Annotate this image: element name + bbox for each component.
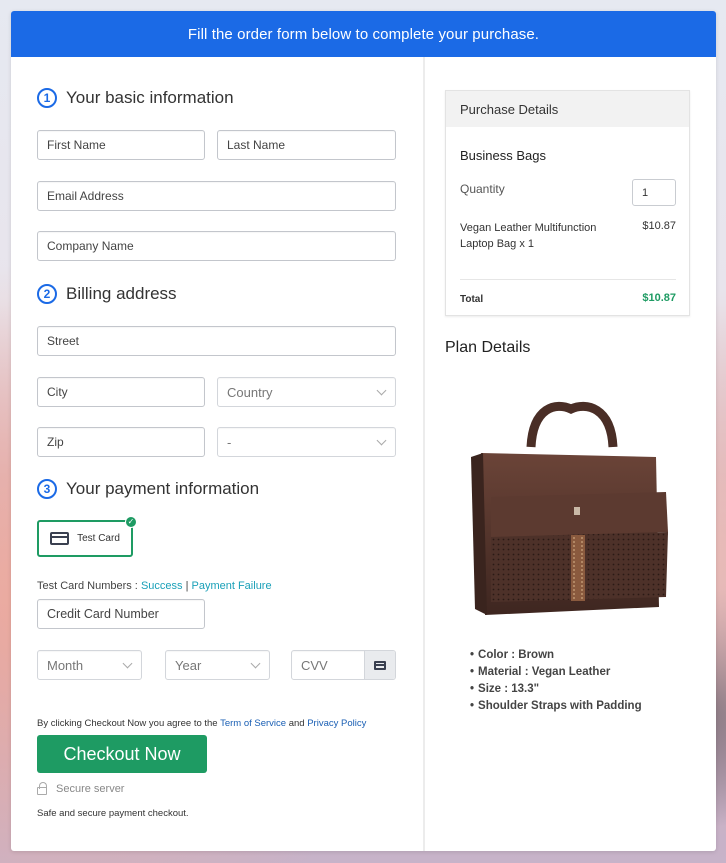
first-name-placeholder: First Name bbox=[47, 138, 106, 152]
last-name-placeholder: Last Name bbox=[227, 138, 286, 152]
country-select[interactable]: Country bbox=[217, 377, 396, 407]
lock-icon bbox=[37, 782, 47, 795]
feature-item: Size : 13.3" bbox=[470, 681, 642, 698]
country-value: Country bbox=[227, 384, 273, 400]
line-item-name: Vegan Leather Multifunction Laptop Bag x… bbox=[460, 222, 597, 250]
product-image-laptop-bag bbox=[471, 401, 668, 615]
chevron-down-icon bbox=[122, 658, 133, 669]
summary-divider bbox=[460, 279, 676, 280]
first-name-input[interactable]: First Name bbox=[37, 130, 205, 160]
form-column: 1 Your basic information First Name Last… bbox=[11, 57, 423, 851]
section-billing-title: 2 Billing address bbox=[37, 284, 177, 304]
city-placeholder: City bbox=[47, 385, 68, 399]
purchase-details-header: Purchase Details bbox=[446, 91, 689, 127]
total-value: $10.87 bbox=[642, 292, 676, 304]
chevron-down-icon bbox=[376, 435, 387, 446]
success-link[interactable]: Success bbox=[141, 580, 183, 592]
step-3-icon: 3 bbox=[37, 479, 57, 499]
quantity-value: 1 bbox=[642, 186, 649, 199]
terms-agreement: By clicking Checkout Now you agree to th… bbox=[37, 718, 366, 729]
check-circle-icon: ✓ bbox=[125, 516, 137, 528]
secure-server-note: Secure server bbox=[37, 782, 125, 795]
section-title-text: Billing address bbox=[66, 284, 177, 303]
plan-details-title: Plan Details bbox=[445, 339, 531, 356]
terms-of-service-link[interactable]: Term of Service bbox=[220, 718, 286, 729]
line-item-price: $10.87 bbox=[642, 220, 676, 232]
quantity-input[interactable]: 1 bbox=[632, 179, 676, 206]
year-value: Year bbox=[175, 657, 202, 673]
summary-column: Purchase Details Business Bags Quantity … bbox=[425, 57, 716, 851]
month-value: Month bbox=[47, 657, 84, 673]
section-title-text: Your payment information bbox=[66, 479, 260, 498]
credit-card-icon bbox=[50, 532, 70, 545]
total-label: Total bbox=[460, 294, 484, 305]
street-placeholder: Street bbox=[47, 334, 80, 348]
credit-card-number-input[interactable]: Credit Card Number bbox=[37, 599, 205, 629]
quantity-label: Quantity bbox=[460, 182, 505, 196]
last-name-input[interactable]: Last Name bbox=[217, 130, 396, 160]
chevron-down-icon bbox=[250, 658, 261, 669]
payment-method-label: Test Card bbox=[77, 533, 120, 544]
cvv-placeholder: CVV bbox=[301, 657, 328, 673]
zip-placeholder: Zip bbox=[47, 435, 64, 449]
purchase-details-panel: Purchase Details Business Bags Quantity … bbox=[445, 90, 690, 316]
street-input[interactable]: Street bbox=[37, 326, 396, 356]
cvv-input[interactable]: CVV bbox=[291, 650, 396, 680]
safe-checkout-text: Safe and secure payment checkout. bbox=[37, 808, 189, 819]
state-value: - bbox=[227, 434, 232, 450]
test-card-payment-option[interactable]: Test Card ✓ bbox=[37, 516, 137, 557]
section-basic-info-title: 1 Your basic information bbox=[37, 88, 234, 108]
section-payment-title: 3 Your payment information bbox=[37, 479, 259, 499]
product-group-name: Business Bags bbox=[460, 148, 546, 163]
test-card-numbers: Test Card Numbers : Success | Payment Fa… bbox=[37, 580, 272, 592]
step-2-icon: 2 bbox=[37, 284, 57, 304]
order-form-card: Fill the order form below to complete yo… bbox=[11, 11, 716, 851]
privacy-policy-link[interactable]: Privacy Policy bbox=[307, 718, 366, 729]
credit-card-icon bbox=[374, 660, 386, 670]
email-input[interactable]: Email Address bbox=[37, 181, 396, 211]
step-1-icon: 1 bbox=[37, 88, 57, 108]
feature-item: Shoulder Straps with Padding bbox=[470, 698, 642, 715]
agreement-prefix: By clicking Checkout Now you agree to th… bbox=[37, 718, 218, 729]
card-number-placeholder: Credit Card Number bbox=[47, 607, 159, 621]
test-numbers-label: Test Card Numbers : bbox=[37, 580, 138, 592]
zip-input[interactable]: Zip bbox=[37, 427, 205, 457]
payment-failure-link[interactable]: Payment Failure bbox=[192, 580, 272, 592]
city-input[interactable]: City bbox=[37, 377, 205, 407]
section-title-text: Your basic information bbox=[66, 88, 234, 107]
company-input[interactable]: Company Name bbox=[37, 231, 396, 261]
plan-features-list: Color : Brown Material : Vegan Leather S… bbox=[470, 647, 642, 715]
cvv-addon bbox=[364, 651, 395, 679]
feature-item: Material : Vegan Leather bbox=[470, 664, 642, 681]
company-placeholder: Company Name bbox=[47, 239, 134, 253]
state-select[interactable]: - bbox=[217, 427, 396, 457]
chevron-down-icon bbox=[376, 385, 387, 396]
email-placeholder: Email Address bbox=[47, 189, 124, 203]
checkout-now-button[interactable]: Checkout Now bbox=[37, 735, 207, 773]
agreement-and: and bbox=[288, 718, 305, 729]
secure-server-label: Secure server bbox=[56, 783, 125, 795]
month-select[interactable]: Month bbox=[37, 650, 142, 680]
year-select[interactable]: Year bbox=[165, 650, 270, 680]
link-separator: | bbox=[185, 580, 189, 592]
banner-text: Fill the order form below to complete yo… bbox=[187, 25, 540, 43]
feature-item: Color : Brown bbox=[470, 647, 642, 664]
header-banner: Fill the order form below to complete yo… bbox=[11, 11, 716, 57]
